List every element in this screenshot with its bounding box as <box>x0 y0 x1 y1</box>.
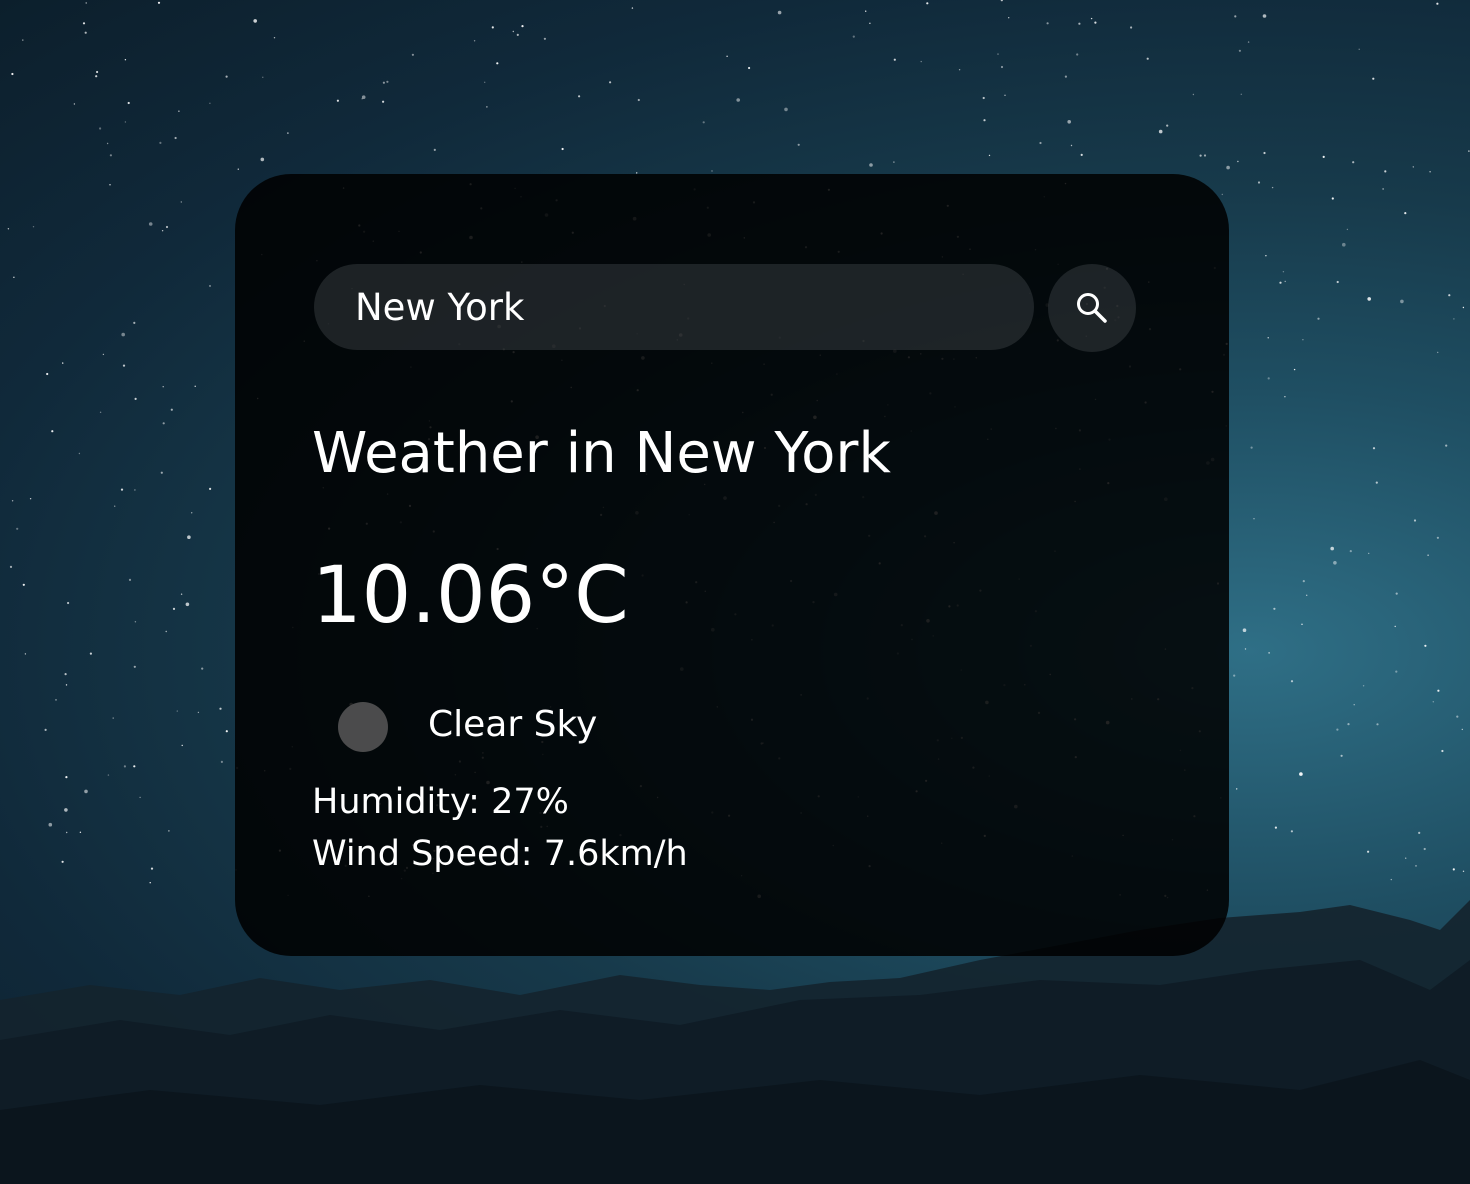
search-icon <box>1077 293 1107 323</box>
humidity: Humidity: 27% <box>312 782 569 822</box>
temperature: 10.06°C <box>312 551 629 641</box>
weather-title: Weather in New York <box>312 421 891 486</box>
weather-condition-icon <box>338 702 388 752</box>
search-button[interactable] <box>1048 264 1136 352</box>
search-bar <box>314 264 1136 352</box>
search-input[interactable] <box>314 264 1034 350</box>
wind-speed: Wind Speed: 7.6km/h <box>312 834 688 874</box>
weather-condition: Clear Sky <box>428 704 598 745</box>
weather-card: Weather in New York 10.06°C Clear Sky Hu… <box>235 174 1229 956</box>
